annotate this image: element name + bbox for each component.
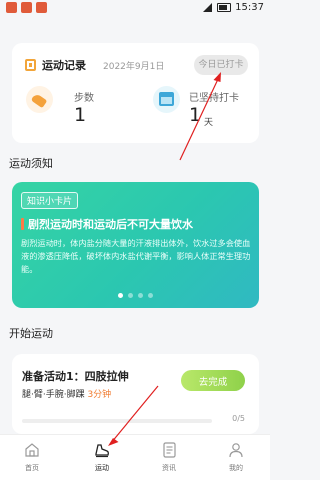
banner-accent-bar [21, 218, 24, 230]
status-system-icons: 15:37 [203, 2, 264, 13]
exercise-duration: 3分钟 [87, 390, 112, 400]
app-notification-icon [6, 2, 17, 13]
checkin-days-value: 1 [189, 104, 202, 126]
carousel-dot[interactable] [128, 293, 133, 298]
checkin-days-label: 已坚持打卡 [189, 93, 239, 104]
checkin-button[interactable]: 今日已打卡 [194, 55, 248, 75]
home-icon [25, 443, 39, 457]
nav-label-profile: 我的 [229, 464, 243, 472]
nav-item-home[interactable]: 首页 [5, 441, 59, 473]
nav-label-home: 首页 [25, 464, 39, 472]
banner-body: 剧烈运动时，体内盐分随大量的汗液排出体外，饮水过多会使血液的渗透压降低，破坏体内… [21, 238, 251, 274]
banner-title: 剧烈运动时和运动后不可大量饮水 [28, 218, 193, 231]
record-icon [25, 59, 36, 71]
steps-label: 步数 [74, 93, 94, 104]
calendar-icon [153, 86, 180, 113]
checkin-days-unit: 天 [204, 118, 214, 128]
news-icon [163, 442, 176, 458]
nav-item-news[interactable]: 资讯 [142, 441, 196, 473]
go-complete-button[interactable]: 去完成 [181, 370, 245, 391]
record-title: 运动记录 [42, 59, 86, 72]
exercise-body-parts: 腿·臂·手腕·脚踝 [22, 390, 88, 400]
battery-icon [217, 3, 232, 12]
nav-label-sport: 运动 [95, 464, 109, 472]
banner-tag: 知识小卡片 [21, 192, 79, 209]
carousel-dot[interactable] [138, 293, 143, 298]
carousel-indicator [12, 293, 259, 298]
signal-icon [203, 3, 213, 12]
status-bar: 15:37 [0, 0, 270, 18]
carousel-dot[interactable] [118, 293, 123, 298]
knowledge-banner[interactable]: 知识小卡片 剧烈运动时和运动后不可大量饮水 剧烈运动时，体内盐分随大量的汗液排出… [12, 182, 259, 308]
exercise-record-card: 运动记录 2022年9月1日 今日已打卡 步数 1 已坚持打卡 1 天 [12, 43, 259, 143]
nav-label-news: 资讯 [162, 464, 176, 472]
record-date: 2022年9月1日 [103, 62, 165, 72]
nav-item-sport[interactable]: 运动 [75, 441, 129, 473]
app-notification-icon [36, 2, 47, 13]
exercise-card: 准备活动1：四肢拉伸 腿·臂·手腕·脚踝 3分钟 去完成 0/5 [12, 354, 259, 434]
profile-icon [229, 443, 243, 458]
start-section-title: 开始运动 [9, 327, 53, 340]
sneaker-icon [95, 444, 109, 458]
app-notification-icon [21, 2, 32, 13]
bottom-nav: 首页 运动 资讯 我的 [0, 434, 270, 480]
nav-item-profile[interactable]: 我的 [209, 441, 263, 473]
steps-value: 1 [74, 104, 87, 126]
exercise-progress-text: 0/5 [232, 414, 245, 423]
carousel-dot[interactable] [148, 293, 153, 298]
exercise-title: 准备活动1：四肢拉伸 [22, 370, 129, 383]
status-time: 15:37 [235, 2, 264, 13]
exercise-subtitle: 腿·臂·手腕·脚踝 3分钟 [22, 387, 111, 400]
notice-section-title: 运动须知 [9, 157, 53, 170]
status-notification-icons [6, 2, 47, 13]
sneaker-icon [26, 86, 53, 113]
exercise-progress-bar [22, 419, 212, 423]
